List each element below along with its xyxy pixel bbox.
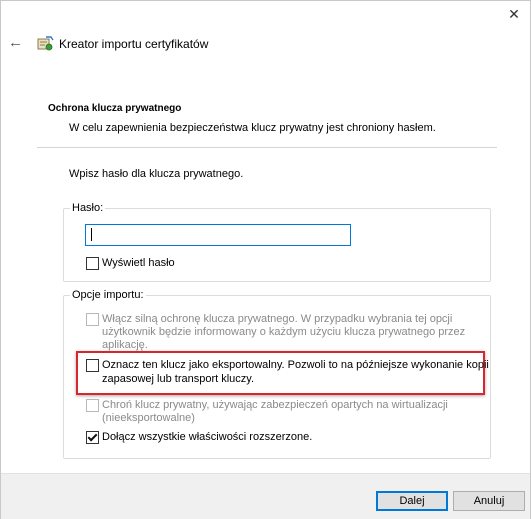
strong-protection-label-line2: użytkownik będzie informowany o każdym u… xyxy=(102,326,466,338)
back-arrow-icon[interactable]: ← xyxy=(8,35,24,51)
next-button[interactable]: Dalej xyxy=(376,491,448,511)
exportable-checkbox[interactable] xyxy=(86,359,99,372)
password-prompt: Wpisz hasło dla klucza prywatnego. xyxy=(69,168,244,180)
virtualization-label-line2: (nieeksportowalne) xyxy=(102,412,195,424)
wizard-window: ✕ ← Kreator importu certyfikatów Ochrona… xyxy=(0,0,531,519)
password-legend: Hasło: xyxy=(72,202,104,214)
wizard-title: Kreator importu certyfikatów xyxy=(59,37,209,51)
password-input[interactable] xyxy=(85,224,351,246)
import-options-legend: Opcje importu: xyxy=(72,289,144,301)
exportable-label-line1[interactable]: Oznacz ten klucz jako eksportowalny. Poz… xyxy=(102,358,489,372)
button-bar xyxy=(1,473,530,519)
extended-properties-checkbox[interactable] xyxy=(86,431,99,444)
strong-protection-label-line1: Włącz silną ochronę klucza prywatnego. W… xyxy=(102,313,453,325)
close-icon[interactable]: ✕ xyxy=(506,6,522,22)
cancel-button[interactable]: Anuluj xyxy=(453,491,525,511)
certificate-wizard-icon xyxy=(37,36,54,51)
exportable-label-line2[interactable]: zapasowej lub transport kluczy. xyxy=(102,372,254,386)
strong-protection-label-line3: aplikację. xyxy=(102,339,148,351)
section-title: Ochrona klucza prywatnego xyxy=(48,103,182,114)
text-caret xyxy=(91,228,92,241)
section-description: W celu zapewnienia bezpieczeństwa klucz … xyxy=(69,122,436,134)
show-password-checkbox[interactable] xyxy=(86,257,99,270)
header-divider xyxy=(37,147,497,148)
virtualization-checkbox xyxy=(86,399,99,412)
extended-properties-label[interactable]: Dołącz wszystkie właściwości rozszerzone… xyxy=(102,430,312,444)
virtualization-label-line1: Chroń klucz prywatny, używając zabezpiec… xyxy=(102,399,448,411)
show-password-label[interactable]: Wyświetl hasło xyxy=(102,256,175,270)
strong-protection-checkbox xyxy=(86,313,99,326)
